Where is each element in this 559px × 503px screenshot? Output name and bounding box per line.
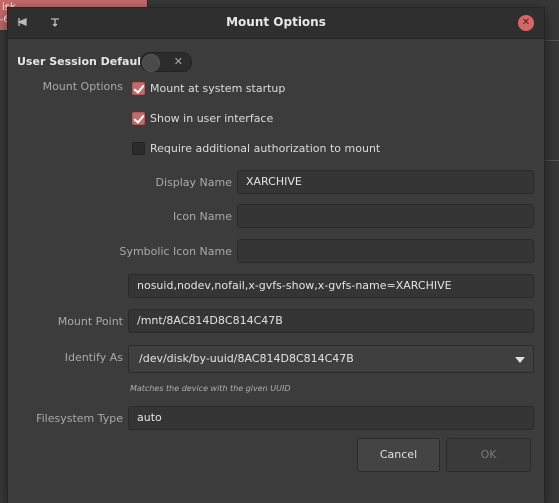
filesystem-type-input[interactable]: auto — [128, 406, 534, 430]
symbolic-icon-name-label: Symbolic Icon Name — [119, 245, 232, 258]
mount-point-input[interactable]: /mnt/8AC814D8C814C47B — [128, 309, 534, 333]
identify-as-value: /dev/disk/by-uuid/8AC814D8C814C47B — [139, 352, 354, 365]
close-icon[interactable]: ✕ — [518, 15, 534, 31]
cancel-button[interactable]: Cancel — [357, 438, 440, 472]
checkbox-require-authorization[interactable]: Require additional authorization to moun… — [132, 140, 380, 156]
toggle-off-icon: ✕ — [173, 55, 183, 68]
icon-name-label: Icon Name — [173, 210, 232, 223]
checkbox-mount-at-startup[interactable]: Mount at system startup — [132, 80, 285, 96]
mount-point-label: Mount Point — [57, 315, 123, 328]
checkbox-unchecked-icon[interactable] — [132, 141, 145, 155]
user-session-defaults-toggle[interactable]: ✕ — [140, 52, 192, 72]
mount-options-dialog: Mount Options ✕ User Session Defaults ✕ … — [8, 8, 544, 503]
checkbox-checked-icon[interactable] — [132, 81, 145, 95]
chevron-down-icon — [515, 357, 525, 363]
checkbox-checked-icon[interactable] — [132, 111, 145, 125]
filesystem-type-label: Filesystem Type — [36, 412, 123, 425]
titlebar: Mount Options ✕ — [8, 8, 544, 39]
checkbox-label: Require additional authorization to moun… — [150, 141, 381, 155]
user-session-defaults-label: User Session Defaults — [17, 55, 153, 68]
toggle-knob — [142, 54, 160, 72]
identify-as-dropdown[interactable]: /dev/disk/by-uuid/8AC814D8C814C47B — [128, 345, 534, 373]
mount-options-string-input[interactable]: nosuid,nodev,nofail,x-gvfs-show,x-gvfs-n… — [128, 274, 534, 298]
display-name-label: Display Name — [155, 176, 233, 189]
identify-as-label: Identify As — [64, 351, 123, 364]
identify-as-hint: Matches the device with the given UUID — [130, 384, 291, 393]
ok-button[interactable]: OK — [446, 438, 531, 472]
display-name-input[interactable]: XARCHIVE — [237, 170, 534, 194]
mount-options-label: Mount Options — [42, 80, 123, 93]
checkbox-label: Mount at system startup — [150, 81, 286, 95]
dialog-title: Mount Options — [226, 15, 326, 29]
background-separator — [545, 160, 559, 161]
icon-name-input[interactable] — [237, 204, 534, 228]
symbolic-icon-name-input[interactable] — [237, 239, 534, 263]
checkbox-show-in-ui[interactable]: Show in user interface — [132, 110, 273, 126]
background-separator — [545, 40, 559, 41]
checkbox-label: Show in user interface — [150, 111, 274, 125]
